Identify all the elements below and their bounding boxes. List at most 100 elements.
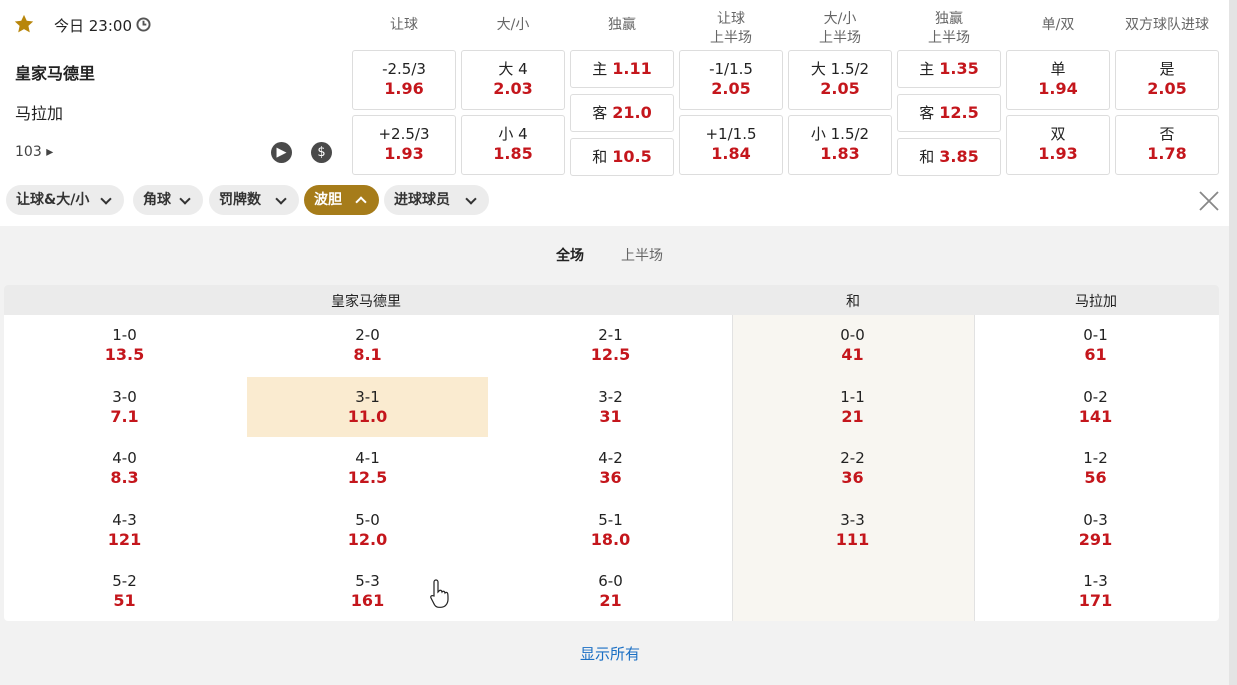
odds-button[interactable]: 小 4 1.85 xyxy=(461,115,565,175)
filter-chip[interactable]: 让球&大/小 xyxy=(6,185,124,215)
show-all-link[interactable]: 显示所有 xyxy=(580,643,640,664)
tab-full-time[interactable]: 全场 xyxy=(556,245,584,265)
market-header: 单/双 xyxy=(1041,17,1075,33)
odds-label: 大 1.5/2 xyxy=(810,60,870,78)
filter-chip-label: 进球球员 xyxy=(394,192,450,208)
score-odds: 41 xyxy=(841,345,864,364)
score-odds-cell[interactable]: 4-0 8.3 xyxy=(4,438,245,498)
odds-value: 3.85 xyxy=(939,147,979,166)
score-odds-cell[interactable]: 3-3 111 xyxy=(732,500,973,560)
odds-button[interactable]: 否 1.78 xyxy=(1115,115,1219,175)
odds-value: 21.0 xyxy=(612,103,652,122)
odds-button[interactable]: +2.5/3 1.93 xyxy=(352,115,456,175)
filter-chip[interactable]: 波胆 xyxy=(304,185,379,215)
odds-value: 1.84 xyxy=(711,144,751,163)
odds-button[interactable]: 大 4 2.03 xyxy=(461,50,565,110)
score-odds: 171 xyxy=(1078,591,1113,610)
score-odds-cell[interactable]: 4-2 36 xyxy=(490,438,731,498)
filter-chip[interactable]: 罚牌数 xyxy=(209,185,299,215)
chevron-down-icon xyxy=(275,193,287,205)
odds-label: 和 xyxy=(919,148,935,166)
odds-label: -1/1.5 xyxy=(709,60,753,78)
odds-value: 1.83 xyxy=(820,144,860,163)
score-odds-cell[interactable]: 2-0 8.1 xyxy=(247,315,488,375)
score-odds-cell[interactable]: 4-1 12.5 xyxy=(247,438,488,498)
score-odds: 7.1 xyxy=(110,406,139,426)
score-odds-cell[interactable]: 1-2 56 xyxy=(975,438,1216,498)
odds-value: 2.03 xyxy=(493,79,533,98)
score-odds-cell[interactable]: 0-3 291 xyxy=(975,500,1216,560)
filter-chip-label: 角球 xyxy=(143,192,171,208)
odds-button[interactable]: 客 12.5 xyxy=(897,94,1001,132)
market-header: 大/小 上半场 xyxy=(819,11,861,46)
close-icon[interactable] xyxy=(1197,189,1221,213)
score-odds-cell[interactable]: 5-1 18.0 xyxy=(490,500,731,560)
score-label: 3-3 xyxy=(840,510,865,529)
draw-header: 和 xyxy=(846,294,860,310)
score-odds: 141 xyxy=(1078,406,1113,426)
score-odds-cell[interactable]: 1-3 171 xyxy=(975,561,1216,621)
odds-button[interactable]: 是 2.05 xyxy=(1115,50,1219,110)
odds-button[interactable]: 主 1.35 xyxy=(897,50,1001,88)
odds-label: +2.5/3 xyxy=(378,125,430,143)
score-odds-cell[interactable]: 1-1 21 xyxy=(732,377,973,437)
score-odds-cell[interactable]: 5-2 51 xyxy=(4,561,245,621)
score-odds-cell[interactable]: 3-1 11.0 xyxy=(247,376,488,437)
scrollbar[interactable] xyxy=(1229,0,1237,685)
score-label: 2-2 xyxy=(840,449,865,467)
filter-chip[interactable]: 进球球员 xyxy=(384,185,489,215)
score-label: 0-2 xyxy=(1083,387,1108,406)
tab-first-half[interactable]: 上半场 xyxy=(621,245,663,265)
score-odds-cell[interactable]: 3-0 7.1 xyxy=(4,377,245,437)
score-odds-cell[interactable]: 1-0 13.5 xyxy=(4,315,245,375)
score-odds: 291 xyxy=(1078,529,1113,549)
score-odds-cell[interactable]: 3-2 31 xyxy=(490,377,731,437)
odds-button[interactable]: 大 1.5/2 2.05 xyxy=(788,50,892,110)
odds-button[interactable]: 主 1.11 xyxy=(570,50,674,88)
odds-label: 是 xyxy=(1159,60,1175,78)
odds-value: 2.05 xyxy=(1147,79,1187,98)
odds-button[interactable]: -1/1.5 2.05 xyxy=(679,50,783,110)
score-odds-cell[interactable]: 0-0 41 xyxy=(732,315,973,375)
score-odds: 12.0 xyxy=(347,529,388,549)
correct-score-header: 皇家马德里 和 马拉加 xyxy=(4,285,1219,315)
odds-button[interactable]: 和 10.5 xyxy=(570,138,674,176)
dollar-icon[interactable]: $ xyxy=(311,142,332,163)
odds-label: 和 xyxy=(592,148,608,166)
market-header: 让球 xyxy=(390,17,418,33)
score-label: 2-0 xyxy=(355,326,380,344)
score-label: 3-1 xyxy=(355,387,380,406)
score-odds: 31 xyxy=(599,406,622,426)
odds-button[interactable]: 双 1.93 xyxy=(1006,115,1110,175)
score-label: 5-0 xyxy=(355,510,380,529)
more-markets-link[interactable]: 103 ▸ xyxy=(15,144,53,160)
away-header: 马拉加 xyxy=(1075,294,1117,310)
score-odds-cell[interactable]: 0-1 61 xyxy=(975,315,1216,375)
star-icon[interactable] xyxy=(13,13,35,35)
filter-chip[interactable]: 角球 xyxy=(133,185,203,215)
score-label: 3-2 xyxy=(598,387,623,406)
correct-score-panel: 皇家马德里 和 马拉加 1-0 13.5 3-0 7.1 4-0 8.3 4-3 121 5-2… xyxy=(4,285,1219,621)
chevron-down-icon xyxy=(465,193,477,205)
score-odds-cell[interactable]: 2-2 36 xyxy=(732,438,973,498)
odds-button[interactable]: 小 1.5/2 1.83 xyxy=(788,115,892,175)
odds-value: 10.5 xyxy=(612,147,652,166)
score-odds: 121 xyxy=(107,529,142,549)
score-odds: 61 xyxy=(1084,345,1107,364)
odds-button[interactable]: 单 1.94 xyxy=(1006,50,1110,110)
score-odds-cell[interactable]: 0-2 141 xyxy=(975,377,1216,437)
score-odds-cell[interactable]: 4-3 121 xyxy=(4,500,245,560)
market-header: 大/小 xyxy=(496,17,530,33)
odds-button[interactable]: -2.5/3 1.96 xyxy=(352,50,456,110)
score-label: 0-3 xyxy=(1083,510,1108,529)
odds-button[interactable]: 和 3.85 xyxy=(897,138,1001,176)
play-icon[interactable]: ▶ xyxy=(271,142,292,163)
score-odds-cell[interactable]: 2-1 12.5 xyxy=(490,315,731,375)
score-label: 0-1 xyxy=(1083,326,1108,344)
odds-button[interactable]: +1/1.5 1.84 xyxy=(679,115,783,175)
odds-value: 1.94 xyxy=(1038,79,1078,98)
score-label: 4-2 xyxy=(598,449,623,467)
score-odds-cell[interactable]: 5-0 12.0 xyxy=(247,500,488,560)
score-odds-cell[interactable]: 6-0 21 xyxy=(490,561,731,621)
odds-button[interactable]: 客 21.0 xyxy=(570,94,674,132)
